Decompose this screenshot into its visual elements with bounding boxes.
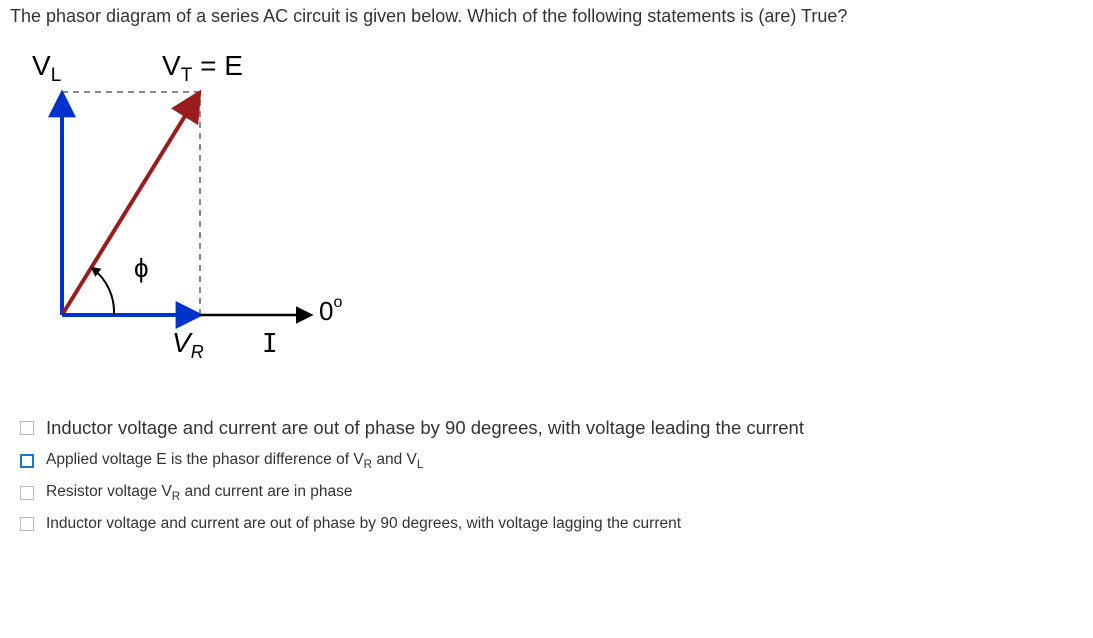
option-1[interactable]: Inductor voltage and current are out of … [20, 417, 1083, 439]
checkbox-icon[interactable] [20, 517, 34, 531]
option-4[interactable]: Inductor voltage and current are out of … [20, 515, 1083, 533]
label-zero: 0o [319, 294, 342, 326]
option-text: Inductor voltage and current are out of … [46, 417, 804, 439]
label-phi: ϕ [134, 253, 149, 283]
label-vt: VT = E [162, 50, 243, 86]
checkbox-icon[interactable] [20, 454, 34, 468]
checkbox-icon[interactable] [20, 421, 34, 435]
option-text: Resistor voltage VR and current are in p… [46, 483, 353, 503]
option-text: Applied voltage E is the phasor differen… [46, 451, 423, 471]
label-i: I [262, 329, 278, 359]
option-2[interactable]: Applied voltage E is the phasor differen… [20, 451, 1083, 471]
phasor-diagram: VL VT = E ϕ VR I 0o [22, 47, 1083, 382]
option-3[interactable]: Resistor voltage VR and current are in p… [20, 483, 1083, 503]
checkbox-icon[interactable] [20, 486, 34, 500]
label-vr: VR [172, 327, 204, 362]
option-text: Inductor voltage and current are out of … [46, 515, 681, 533]
label-vl: VL [32, 50, 61, 86]
question-text: The phasor diagram of a series AC circui… [10, 6, 1083, 27]
options-list: Inductor voltage and current are out of … [20, 417, 1083, 533]
